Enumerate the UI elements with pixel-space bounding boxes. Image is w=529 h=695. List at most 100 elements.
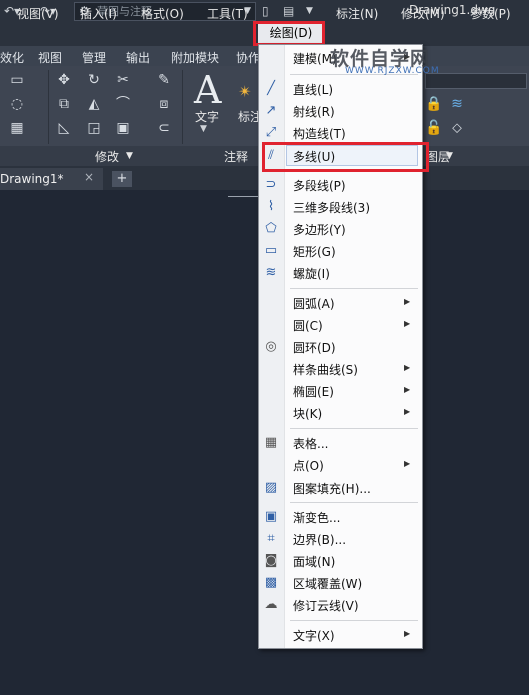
ribbon-tab-collaborate[interactable]: 协作 — [236, 49, 260, 66]
submenu-arrow-icon: ▶ — [404, 459, 411, 468]
submenu-arrow-icon: ▶ — [404, 407, 411, 416]
chevron-down-icon: ▼ — [446, 151, 453, 161]
move-icon[interactable]: ✥ — [55, 72, 73, 88]
panel-title-modify[interactable]: 修改 — [95, 148, 119, 165]
menu-item-wipeout[interactable]: ▩ 区域覆盖(W) — [259, 572, 422, 593]
menu-item-pline[interactable]: ⊃ 多段线(P) — [259, 174, 422, 195]
3dpoly-icon: ⌇ — [267, 199, 275, 214]
menu-parameter[interactable]: 参数(P) — [470, 5, 511, 22]
region-icon: ◙ — [264, 553, 278, 568]
dimension-icon[interactable]: ✴ — [236, 84, 254, 100]
submenu-arrow-icon: ▶ — [404, 363, 411, 372]
line-icon: ╱ — [267, 81, 275, 96]
menu-item-region[interactable]: ◙ 面域(N) — [259, 550, 422, 571]
revcloud-icon: ☁ — [264, 597, 278, 612]
pline-icon: ⊃ — [265, 177, 277, 192]
menu-modify[interactable]: 修改(M) — [401, 5, 445, 22]
watermark-url: WWW.RJZXW.COM — [345, 66, 440, 76]
xline-icon: ⤢ — [265, 125, 277, 140]
polygon-icon: ⬠ — [265, 221, 277, 236]
gradient-icon: ▣ — [264, 509, 278, 524]
menu-item-xline[interactable]: ⤢ 构造线(T) — [259, 122, 422, 143]
menu-separator — [290, 428, 418, 429]
menu-item-donut[interactable]: ◎ 圆环(D) — [259, 336, 422, 357]
helix-icon: ≋ — [265, 265, 277, 280]
text-icon[interactable]: A — [194, 68, 221, 112]
menu-format[interactable]: 格式(O) — [141, 5, 184, 22]
menu-item-block[interactable]: 块(K) ▶ — [259, 402, 422, 423]
ribbon-divider — [182, 70, 183, 144]
menu-item-line[interactable]: ╱ 直线(L) — [259, 78, 422, 99]
submenu-arrow-icon: ▶ — [404, 629, 411, 638]
trim-icon[interactable]: ✂ — [114, 72, 132, 88]
layer-match-icon[interactable]: ⬦ — [448, 120, 466, 136]
boundary-icon: ⌗ — [267, 531, 275, 546]
explode-icon[interactable]: ⧈ — [155, 96, 173, 112]
submenu-arrow-icon: ▶ — [404, 297, 411, 306]
menu-separator — [290, 288, 418, 289]
menu-tools[interactable]: 工具(T) — [207, 5, 248, 22]
share-icon[interactable]: ▯ — [262, 2, 269, 20]
layer-unlock-icon[interactable]: 🔓 — [425, 120, 443, 136]
menu-item-rectangle[interactable]: ▭ 矩形(G) — [259, 240, 422, 261]
menu-item-hatch[interactable]: ▨ 图案填充(H)... — [259, 477, 422, 498]
rotate-icon[interactable]: ↻ — [85, 72, 103, 88]
menu-item-table[interactable]: ▦ 表格... — [259, 432, 422, 453]
highlight-box-item — [262, 142, 429, 172]
ribbon-tab-default[interactable]: 效化 — [0, 49, 24, 66]
highlight-box-menu — [253, 21, 325, 46]
menu-item-gradient[interactable]: ▣ 渐变色... — [259, 506, 422, 527]
ellipse-icon[interactable]: ◌ — [8, 96, 26, 112]
add-tab-button[interactable]: + — [112, 171, 132, 187]
menu-item-revcloud[interactable]: ☁ 修订云线(V) — [259, 594, 422, 615]
menu-separator — [290, 502, 418, 503]
menu-view[interactable]: 视图(V) — [17, 5, 59, 22]
menu-insert[interactable]: 插入(I) — [80, 5, 117, 22]
menu-dimension[interactable]: 标注(N) — [336, 5, 378, 22]
menu-item-ellipse[interactable]: 椭圆(E) ▶ — [259, 380, 422, 401]
menu-item-3dpoly[interactable]: ⌇ 三维多段线(3) — [259, 196, 422, 217]
text-tool-label: 文字 — [195, 110, 220, 124]
ribbon-tab-output[interactable]: 输出 — [126, 49, 150, 66]
menu-item-helix[interactable]: ≋ 螺旋(I) — [259, 262, 422, 283]
close-icon[interactable]: × — [84, 170, 94, 184]
erase-icon[interactable]: ✎ — [155, 72, 173, 88]
menu-item-spline[interactable]: 样条曲线(S) ▶ — [259, 358, 422, 379]
copy-icon[interactable]: ⧉ — [55, 96, 73, 112]
panel-title-annotation[interactable]: 注释 — [224, 148, 248, 165]
menu-item-arc[interactable]: 圆弧(A) ▶ — [259, 292, 422, 313]
menu-separator — [290, 620, 418, 621]
scale-icon[interactable]: ◲ — [85, 120, 103, 136]
menu-item-polygon[interactable]: ⬠ 多边形(Y) — [259, 218, 422, 239]
ray-icon: ↗ — [265, 103, 277, 118]
submenu-arrow-icon: ▶ — [404, 319, 411, 328]
wipeout-icon: ▩ — [264, 575, 278, 590]
stretch-icon[interactable]: ◺ — [55, 120, 73, 136]
export-icon[interactable]: ▤ — [283, 2, 294, 20]
menu-item-text[interactable]: 文字(X) ▶ — [259, 624, 422, 645]
hatch-icon[interactable]: ▦ — [8, 120, 26, 136]
submenu-arrow-icon: ▶ — [404, 385, 411, 394]
ribbon-tab-manage[interactable]: 管理 — [82, 49, 106, 66]
layer-lock-icon[interactable]: 🔒 — [425, 96, 443, 112]
layer-dropdown[interactable] — [425, 73, 527, 89]
ribbon-tab-addins[interactable]: 附加模块 — [171, 49, 219, 66]
rectangle-icon[interactable]: ▭ — [8, 72, 26, 88]
chevron-down-icon: ▼ — [200, 124, 207, 134]
offset-icon[interactable]: ⊂ — [155, 120, 173, 136]
menu-item-ray[interactable]: ↗ 射线(R) — [259, 100, 422, 121]
array-icon[interactable]: ▣ — [114, 120, 132, 136]
quick-access-more-icon[interactable]: ▼ — [306, 2, 313, 20]
ribbon-tab-view[interactable]: 视图 — [38, 49, 62, 66]
menu-item-circle[interactable]: 圆(C) ▶ — [259, 314, 422, 335]
fillet-icon[interactable]: ⌒ — [114, 96, 132, 112]
chevron-down-icon: ▼ — [126, 151, 133, 161]
ribbon-divider — [48, 70, 49, 144]
menu-item-boundary[interactable]: ⌗ 边界(B)... — [259, 528, 422, 549]
mirror-icon[interactable]: ◭ — [85, 96, 103, 112]
menu-item-point[interactable]: 点(O) ▶ — [259, 454, 422, 475]
layer-state-icon[interactable]: ≋ — [448, 96, 466, 112]
table-icon: ▦ — [264, 435, 278, 450]
donut-icon: ◎ — [265, 339, 277, 354]
hatch-icon: ▨ — [264, 480, 278, 495]
